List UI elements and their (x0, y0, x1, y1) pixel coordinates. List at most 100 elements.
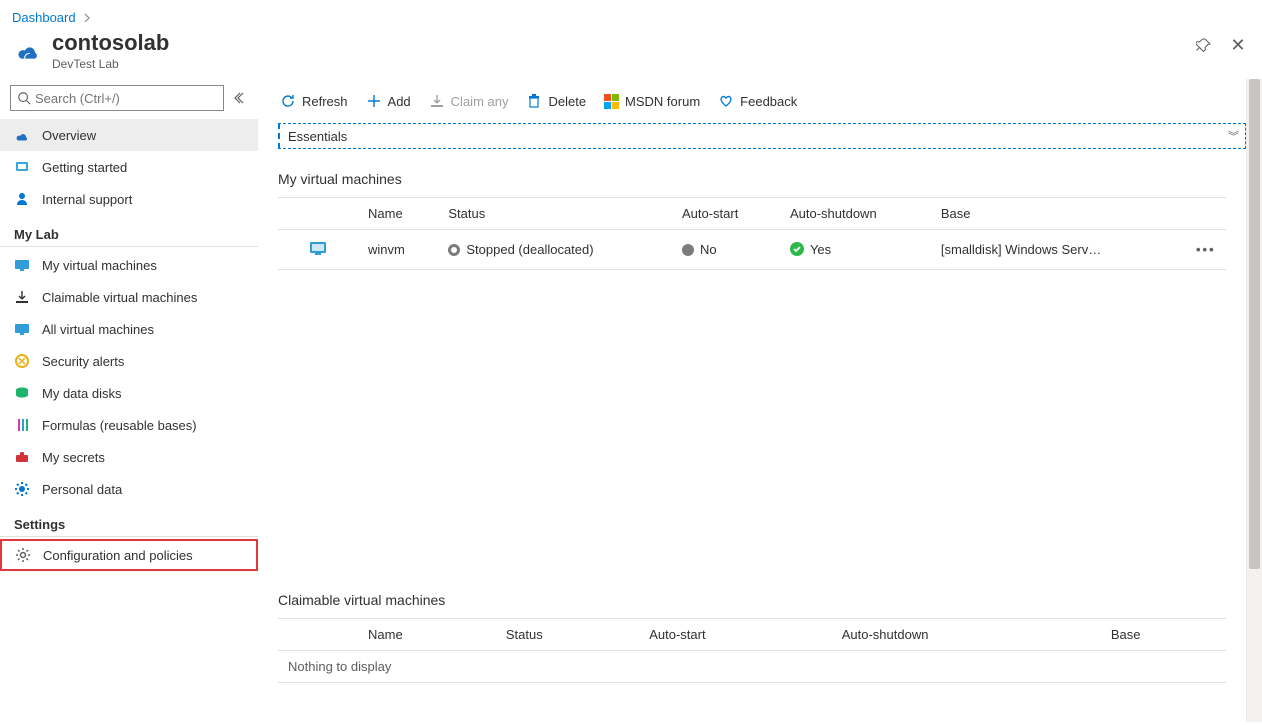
col-name[interactable]: Name (358, 198, 438, 230)
getting-started-icon (14, 159, 30, 175)
msdn-forum-button[interactable]: MSDN forum (604, 94, 700, 109)
sidebar-item-claimable-vms[interactable]: Claimable virtual machines (0, 281, 258, 313)
search-box[interactable] (10, 85, 224, 111)
sidebar-section-mylab: My Lab (0, 215, 258, 247)
sidebar-item-label: All virtual machines (42, 322, 154, 337)
sidebar-item-security-alerts[interactable]: Security alerts (0, 345, 258, 377)
microsoft-icon (604, 94, 619, 109)
sidebar-item-label: Formulas (reusable bases) (42, 418, 197, 433)
sidebar-item-personal-data[interactable]: Personal data (0, 473, 258, 505)
refresh-icon (280, 93, 296, 109)
vm-icon (14, 321, 30, 337)
claim-icon (14, 289, 30, 305)
col-autostart[interactable]: Auto-start (672, 198, 780, 230)
vm-base: [smalldisk] Windows Serv… (931, 230, 1186, 270)
sidebar-collapse-icon[interactable] (234, 91, 248, 105)
essentials-panel[interactable]: Essentials ︾ (278, 123, 1246, 149)
vm-autostart: No (700, 242, 717, 257)
feedback-label: Feedback (740, 94, 797, 109)
sidebar-item-my-data-disks[interactable]: My data disks (0, 377, 258, 409)
col-autoshutdown[interactable]: Auto-shutdown (832, 619, 1101, 651)
sidebar-item-my-vms[interactable]: My virtual machines (0, 249, 258, 281)
vm-status: Stopped (deallocated) (466, 242, 593, 257)
sidebar-item-label: My secrets (42, 450, 105, 465)
content: Refresh Add Claim any Delete (258, 79, 1246, 722)
col-status[interactable]: Status (438, 198, 672, 230)
disk-icon (14, 385, 30, 401)
sidebar-item-getting-started[interactable]: Getting started (0, 151, 258, 183)
trash-icon (526, 93, 542, 109)
sidebar-item-label: Claimable virtual machines (42, 290, 197, 305)
claim-any-button: Claim any (429, 93, 509, 109)
vm-autoshutdown: Yes (810, 242, 831, 257)
sidebar-item-label: Configuration and policies (43, 548, 193, 563)
scrollbar[interactable] (1246, 79, 1262, 722)
search-icon (17, 91, 31, 105)
formula-icon (14, 417, 30, 433)
status-yes-icon (790, 242, 804, 256)
add-label: Add (388, 94, 411, 109)
my-vms-title: My virtual machines (278, 171, 1246, 187)
chevron-right-icon (82, 13, 92, 23)
col-name[interactable]: Name (358, 619, 496, 651)
refresh-label: Refresh (302, 94, 348, 109)
empty-message: Nothing to display (278, 651, 1226, 683)
alert-icon (14, 353, 30, 369)
heart-icon (718, 93, 734, 109)
sidebar-item-overview[interactable]: Overview (0, 119, 258, 151)
status-no-icon (682, 244, 694, 256)
sidebar-item-label: Getting started (42, 160, 127, 175)
sidebar-item-my-secrets[interactable]: My secrets (0, 441, 258, 473)
sidebar-item-label: Personal data (42, 482, 122, 497)
my-vms-table: Name Status Auto-start Auto-shutdown Bas… (278, 197, 1226, 270)
sidebar-item-formulas[interactable]: Formulas (reusable bases) (0, 409, 258, 441)
scrollbar-thumb[interactable] (1249, 79, 1260, 569)
delete-label: Delete (548, 94, 586, 109)
vm-name: winvm (358, 230, 438, 270)
empty-row: Nothing to display (278, 651, 1226, 683)
table-row[interactable]: winvm Stopped (deallocated) No Yes [smal… (278, 230, 1226, 270)
pin-icon[interactable] (1194, 35, 1214, 55)
claim-icon (429, 93, 445, 109)
add-button[interactable]: Add (366, 93, 411, 109)
chevron-down-icon[interactable]: ︾ (1228, 128, 1237, 144)
feedback-button[interactable]: Feedback (718, 93, 797, 109)
sidebar: Overview Getting started Internal suppor… (0, 79, 258, 722)
search-input[interactable] (35, 91, 217, 106)
col-autostart[interactable]: Auto-start (639, 619, 832, 651)
sidebar-item-label: My data disks (42, 386, 121, 401)
col-base[interactable]: Base (1101, 619, 1226, 651)
support-icon (14, 191, 30, 207)
vm-icon (308, 238, 328, 258)
close-icon[interactable]: ✕ (1228, 35, 1248, 55)
msdn-forum-label: MSDN forum (625, 94, 700, 109)
sidebar-item-label: Internal support (42, 192, 132, 207)
sidebar-item-label: Overview (42, 128, 96, 143)
delete-button[interactable]: Delete (526, 93, 586, 109)
status-stopped-icon (448, 244, 460, 256)
sidebar-item-configuration-policies[interactable]: Configuration and policies (0, 539, 258, 571)
sidebar-item-label: Security alerts (42, 354, 124, 369)
claimable-table: Name Status Auto-start Auto-shutdown Bas… (278, 618, 1226, 683)
sidebar-section-settings: Settings (0, 505, 258, 537)
breadcrumb-dashboard[interactable]: Dashboard (12, 10, 76, 25)
row-menu-icon[interactable]: ••• (1196, 242, 1216, 257)
claim-any-label: Claim any (451, 94, 509, 109)
claimable-title: Claimable virtual machines (278, 592, 1246, 608)
secrets-icon (14, 449, 30, 465)
page-title: contosolab (52, 31, 1194, 55)
breadcrumb: Dashboard (0, 0, 1262, 31)
gear-icon (15, 547, 31, 563)
sidebar-item-label: My virtual machines (42, 258, 157, 273)
refresh-button[interactable]: Refresh (280, 93, 348, 109)
sidebar-item-internal-support[interactable]: Internal support (0, 183, 258, 215)
sidebar-item-all-vms[interactable]: All virtual machines (0, 313, 258, 345)
vm-icon (14, 257, 30, 273)
col-base[interactable]: Base (931, 198, 1186, 230)
page-subtitle: DevTest Lab (52, 57, 1194, 71)
page-header: contosolab DevTest Lab ✕ (0, 31, 1262, 79)
devtestlab-icon (14, 35, 42, 63)
col-autoshutdown[interactable]: Auto-shutdown (780, 198, 931, 230)
cloud-icon (14, 127, 30, 143)
col-status[interactable]: Status (496, 619, 639, 651)
